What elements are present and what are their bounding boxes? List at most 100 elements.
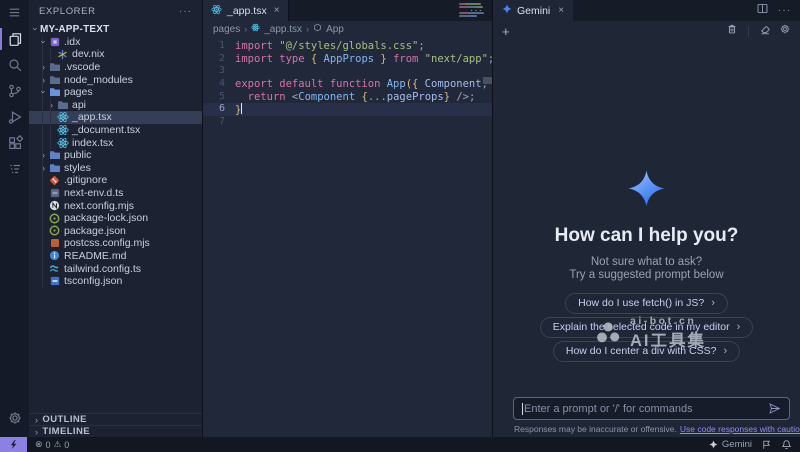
tree-item-package-lock-json[interactable]: package-lock.json xyxy=(29,212,202,225)
tree-item-label: package-lock.json xyxy=(64,212,148,224)
split-editor-icon[interactable] xyxy=(756,2,769,20)
tree-item--document-tsx[interactable]: _document.tsx xyxy=(29,124,202,137)
tree-item-dev-nix[interactable]: dev.nix xyxy=(29,48,202,61)
warning-count: 0 xyxy=(64,440,69,450)
tree-item-index-tsx[interactable]: index.tsx xyxy=(29,136,202,149)
folder-dim-icon xyxy=(48,61,61,73)
line-number: 6 xyxy=(203,103,225,116)
new-chat-button[interactable]: + xyxy=(502,25,510,38)
minimap[interactable] xyxy=(459,3,485,18)
tab-app-tsx[interactable]: _app.tsx × xyxy=(203,0,289,21)
code-line-3[interactable]: 3 xyxy=(203,65,492,78)
tree-item-tsconfig-json[interactable]: tsconfig.json xyxy=(29,275,202,288)
close-icon[interactable]: × xyxy=(274,5,280,16)
feedback-flag-icon[interactable] xyxy=(761,439,772,450)
bell-icon[interactable] xyxy=(781,439,792,450)
caution-link[interactable]: Use code responses with caution xyxy=(680,424,800,434)
disclaimer-text: Responses may be inaccurate or offensive… xyxy=(514,424,677,434)
panel-tab-bar: Gemini × ··· xyxy=(493,0,800,21)
tree-item-label: README.md xyxy=(64,250,126,262)
remote-indicator[interactable] xyxy=(0,437,27,452)
chevron-right-icon: › xyxy=(737,321,741,333)
text-caret xyxy=(522,403,523,415)
suggested-prompt-chip[interactable]: How do I use fetch() in JS?› xyxy=(565,293,728,314)
chevron-right-icon: › xyxy=(35,427,38,437)
tree-item--vscode[interactable]: ›.vscode xyxy=(29,61,202,74)
code-line-2[interactable]: 2import type { AppProps } from "next/app… xyxy=(203,53,492,66)
tree-item-node-modules[interactable]: ›node_modules xyxy=(29,73,202,86)
tree-item-next-env-d-ts[interactable]: next-env.d.ts xyxy=(29,187,202,200)
editor-group: _app.tsx × ··· pages › _app.tsx › App 1i… xyxy=(203,0,493,437)
explorer-more-icon[interactable]: ··· xyxy=(179,6,192,17)
tsconfig-icon xyxy=(48,275,61,287)
run-debug-icon[interactable] xyxy=(0,104,29,130)
tree-item-label: _app.tsx xyxy=(72,111,112,123)
eraser-icon[interactable] xyxy=(759,22,771,40)
tree-item-label: .vscode xyxy=(64,61,100,73)
chevron-right-icon: › xyxy=(723,345,727,357)
tree-item-tailwind-config-ts[interactable]: tailwind.config.ts xyxy=(29,262,202,275)
tab-gemini[interactable]: Gemini × xyxy=(493,0,573,21)
tree-item-label: dev.nix xyxy=(72,48,105,60)
breadcrumb-pages[interactable]: pages xyxy=(213,24,240,35)
prompt-input[interactable]: Enter a prompt or '/' for commands xyxy=(513,397,790,420)
symbol-icon xyxy=(313,23,322,35)
trash-icon[interactable] xyxy=(726,22,738,40)
breadcrumb-file[interactable]: _app.tsx xyxy=(264,24,302,35)
chevron-right-icon: › xyxy=(244,24,247,34)
tab-label: _app.tsx xyxy=(227,5,267,17)
menu-icon[interactable] xyxy=(0,2,29,22)
breadcrumb-symbol[interactable]: App xyxy=(326,24,344,35)
line-number: 2 xyxy=(203,53,225,66)
gear-icon[interactable] xyxy=(0,405,29,431)
gear-icon[interactable] xyxy=(779,22,791,40)
tree-item-api[interactable]: ›api xyxy=(29,99,202,112)
line-number: 5 xyxy=(203,91,225,104)
problems-status[interactable]: ⊗ 0 ⚠ 0 xyxy=(35,439,69,450)
chevron-right-icon: › xyxy=(39,150,48,160)
explorer-icon[interactable] xyxy=(0,26,29,52)
layers-icon[interactable] xyxy=(0,156,29,182)
chevron-right-icon: › xyxy=(39,163,48,173)
code-line-1[interactable]: 1import "@/styles/globals.css"; xyxy=(203,40,492,53)
tree-item-readme-md[interactable]: README.md xyxy=(29,250,202,263)
chevron-down-icon: › xyxy=(39,37,49,46)
code-line-4[interactable]: 4export default function App({ Component… xyxy=(203,78,492,91)
close-icon[interactable]: × xyxy=(558,5,564,16)
editor-cursor xyxy=(241,103,242,114)
line-number: 4 xyxy=(203,78,225,91)
gemini-star-icon xyxy=(709,440,718,449)
timeline-section[interactable]: › TIMELINE xyxy=(29,425,202,437)
chevron-right-icon: › xyxy=(711,297,715,309)
gemini-status[interactable]: Gemini xyxy=(709,439,752,450)
tree-item--gitignore[interactable]: .gitignore xyxy=(29,174,202,187)
code-area[interactable]: 1import "@/styles/globals.css";2import t… xyxy=(203,37,492,129)
send-icon[interactable] xyxy=(768,402,781,415)
tree-item-public[interactable]: ›public xyxy=(29,149,202,162)
tree-item-my-app-text[interactable]: ›MY-APP-TEXT xyxy=(29,23,202,36)
outline-section[interactable]: › OUTLINE xyxy=(29,413,202,425)
tree-item-package-json[interactable]: package.json xyxy=(29,225,202,238)
gemini-panel: Gemini × ··· + xyxy=(493,0,800,437)
react-icon xyxy=(211,4,222,18)
tree-item--app-tsx[interactable]: _app.tsx xyxy=(29,111,202,124)
tree-item-postcss-config-mjs[interactable]: postcss.config.mjs xyxy=(29,237,202,250)
tree-item-styles[interactable]: ›styles xyxy=(29,162,202,175)
code-text xyxy=(225,116,235,129)
more-icon[interactable]: ··· xyxy=(778,5,791,16)
scrollbar-slider[interactable] xyxy=(483,77,492,84)
code-line-6[interactable]: 6} xyxy=(203,103,492,116)
source-control-icon[interactable] xyxy=(0,78,29,104)
search-icon[interactable] xyxy=(0,52,29,78)
tree-item--idx[interactable]: ›.idx xyxy=(29,36,202,49)
sidebar-explorer: EXPLORER ··· ›MY-APP-TEXT›.idxdev.nix›.v… xyxy=(29,0,203,437)
line-number: 1 xyxy=(203,40,225,53)
code-line-5[interactable]: 5 return <Component {...pageProps} />; xyxy=(203,91,492,104)
code-line-7[interactable]: 7 xyxy=(203,116,492,129)
suggested-prompt-chip[interactable]: Explain the selected code in my editor› xyxy=(540,317,754,338)
tree-item-label: _document.tsx xyxy=(72,124,140,136)
tree-item-next-config-mjs[interactable]: next.config.mjs xyxy=(29,199,202,212)
extensions-icon[interactable] xyxy=(0,130,29,156)
tree-item-pages[interactable]: ›pages xyxy=(29,86,202,99)
suggested-prompt-chip[interactable]: How do I center a div with CSS?› xyxy=(553,341,740,362)
